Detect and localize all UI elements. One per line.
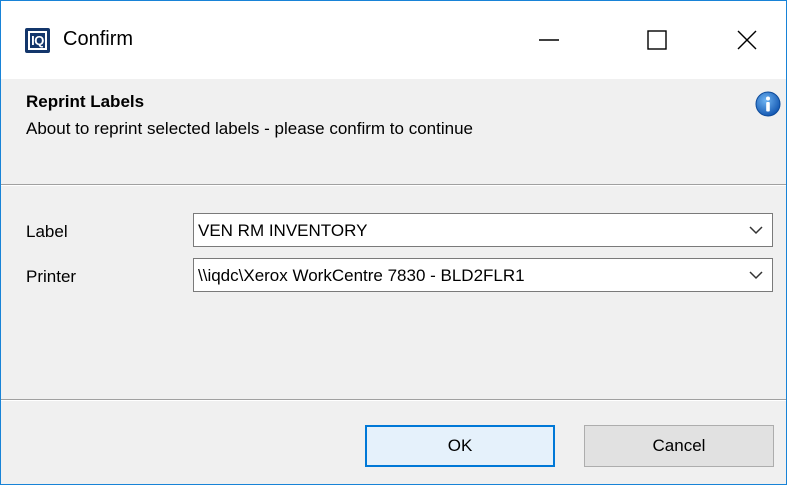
separator-top <box>1 184 786 186</box>
separator-bottom <box>1 399 786 401</box>
label-field-label: Label <box>26 222 68 241</box>
maximize-icon <box>647 30 667 50</box>
window-title: Confirm <box>63 28 134 50</box>
chevron-down-icon <box>749 226 763 235</box>
printer-select[interactable]: \\iqdc\Xerox WorkCentre 7830 - BLD2FLR1 <box>193 258 773 292</box>
cancel-button[interactable]: Cancel <box>584 425 774 467</box>
label-select-value: VEN RM INVENTORY <box>198 221 368 240</box>
label-select[interactable]: VEN RM INVENTORY <box>193 213 773 247</box>
minimize-icon <box>539 39 559 41</box>
close-icon <box>737 30 757 50</box>
app-logo-icon: IQ <box>25 28 50 53</box>
info-message: About to reprint selected labels - pleas… <box>26 119 473 138</box>
confirm-dialog: IQ Confirm Reprint Labels About to repri… <box>0 0 787 485</box>
info-heading: Reprint Labels <box>26 92 145 111</box>
printer-select-value: \\iqdc\Xerox WorkCentre 7830 - BLD2FLR1 <box>198 266 525 285</box>
title-bar[interactable]: IQ Confirm <box>1 1 786 79</box>
minimize-button[interactable] <box>509 1 589 79</box>
chevron-down-icon <box>749 271 763 280</box>
app-logo-text: IQ <box>28 31 47 50</box>
ok-button[interactable]: OK <box>365 425 555 467</box>
form-section: Label VEN RM INVENTORY Printer \\iqdc\Xe… <box>1 187 786 399</box>
info-icon <box>755 91 781 117</box>
maximize-button[interactable] <box>617 1 697 79</box>
info-section: Reprint Labels About to reprint selected… <box>1 79 786 185</box>
close-button[interactable] <box>707 1 786 79</box>
printer-field-label: Printer <box>26 267 77 286</box>
